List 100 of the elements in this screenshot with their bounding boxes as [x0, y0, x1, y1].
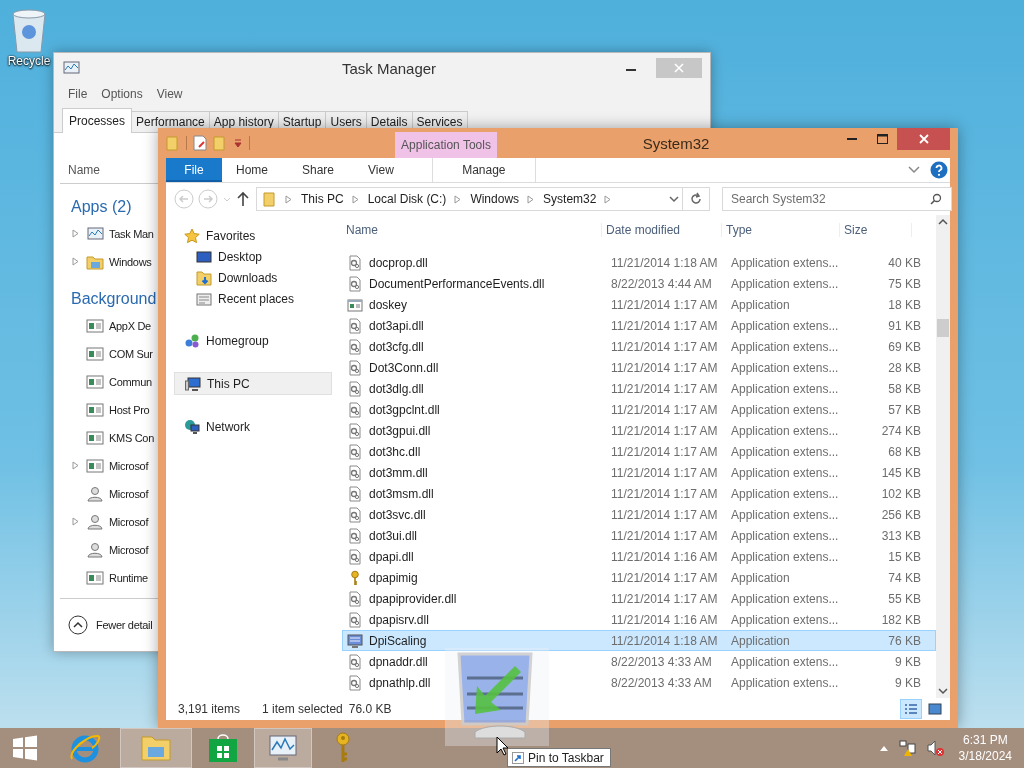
window-app-icon — [347, 296, 363, 313]
nav-item[interactable]: Recent places — [174, 288, 332, 309]
file-row[interactable]: dot3mm.dll 11/21/2014 1:17 AM Application extens... 145 KB — [342, 462, 936, 483]
show-hidden-icons-icon[interactable] — [878, 744, 889, 752]
file-row[interactable]: dpapi.dll 11/21/2014 1:16 AM Application extens... 15 KB — [342, 546, 936, 567]
breadcrumb-arrow-icon[interactable] — [351, 194, 360, 204]
nav-item[interactable]: Network — [174, 416, 332, 437]
column-header[interactable]: Date modified — [602, 222, 722, 237]
properties-icon[interactable] — [193, 135, 207, 151]
process-name[interactable]: Commun — [109, 376, 152, 388]
search-field[interactable]: Search System32 — [722, 187, 952, 211]
file-row[interactable]: docprop.dll 11/21/2014 1:18 AM Application extens... 40 KB — [342, 252, 936, 273]
expand-arrow-icon[interactable] — [72, 517, 80, 526]
file-row[interactable]: doskey 11/21/2014 1:17 AM Application 18 KB — [342, 294, 936, 315]
expand-arrow-icon[interactable] — [72, 461, 80, 470]
file-row[interactable]: dpnaddr.dll 8/22/2013 4:33 AM Application extens... 9 KB — [342, 651, 936, 672]
up-arrow-icon[interactable] — [236, 191, 250, 207]
column-header[interactable]: Name — [342, 222, 602, 237]
details-view-button[interactable] — [900, 699, 922, 719]
file-row[interactable]: dot3ui.dll 11/21/2014 1:17 AM Application extens... 313 KB — [342, 525, 936, 546]
muted-speaker-icon[interactable] — [926, 739, 945, 757]
file-row[interactable]: dot3msm.dll 11/21/2014 1:17 AM Application extens... 102 KB — [342, 483, 936, 504]
nav-item[interactable]: This PC — [174, 372, 332, 395]
breadcrumb-arrow-icon[interactable] — [527, 194, 536, 204]
ribbon-expand-icon[interactable] — [908, 166, 920, 174]
breadcrumb-arrow-icon[interactable] — [604, 194, 613, 204]
file-type: Application — [731, 633, 791, 648]
file-row[interactable]: dpapimig 11/21/2014 1:17 AM Application 74 KB — [342, 567, 936, 588]
file-row[interactable]: dot3dlg.dll 11/21/2014 1:17 AM Application extens... 58 KB — [342, 378, 936, 399]
forward-icon[interactable] — [198, 189, 218, 209]
collapse-icon[interactable] — [68, 615, 88, 635]
customize-caret-icon[interactable] — [233, 138, 243, 148]
date-modified: 11/21/2014 1:17 AM — [610, 297, 719, 312]
nav-item[interactable]: Favorites — [174, 225, 332, 246]
process-name[interactable]: COM Sur — [109, 348, 153, 360]
close-button[interactable] — [897, 128, 950, 150]
breadcrumb-arrow-icon[interactable] — [454, 194, 463, 204]
column-header[interactable]: Size — [840, 222, 912, 237]
process-name[interactable]: Microsof — [109, 544, 149, 556]
expand-arrow-icon[interactable] — [72, 229, 80, 238]
file-row[interactable]: dot3cfg.dll 11/21/2014 1:17 AM Application extens... 69 KB — [342, 336, 936, 357]
file-row[interactable]: DpiScaling 11/21/2014 1:18 AM Application 76 KB — [342, 630, 936, 651]
process-name[interactable]: Runtime — [109, 572, 148, 584]
recent-places-icon — [196, 290, 212, 307]
process-name[interactable]: Task Man — [109, 228, 154, 240]
breadcrumb-item[interactable]: Windows — [470, 192, 520, 206]
file-type: Application extens... — [731, 318, 840, 333]
ribbon-tab[interactable]: View — [354, 158, 414, 182]
menu-item[interactable]: View — [156, 87, 183, 101]
file-menu-tab[interactable]: File — [166, 158, 222, 182]
process-name[interactable]: AppX De — [109, 320, 151, 332]
file-row[interactable]: dot3api.dll 11/21/2014 1:17 AM Application extens... 91 KB — [342, 315, 936, 336]
breadcrumb-item[interactable]: System32 — [543, 192, 597, 206]
file-size: 57 KB — [887, 402, 921, 417]
file-name: DocumentPerformanceEvents.dll — [369, 276, 545, 291]
file-row[interactable]: dpnathlp.dll 8/22/2013 4:33 AM Application extens... 9 KB — [342, 672, 936, 693]
process-name[interactable]: Windows — [109, 256, 152, 268]
folder-icon[interactable] — [166, 135, 180, 151]
address-dropdown-icon[interactable] — [666, 194, 682, 204]
file-row[interactable]: dot3hc.dll 11/21/2014 1:17 AM Application extens... 68 KB — [342, 441, 936, 462]
taskbar-app[interactable] — [120, 728, 192, 768]
process-name[interactable]: KMS Con — [109, 432, 154, 444]
nav-item[interactable]: Homegroup — [174, 330, 332, 351]
network-warning-icon[interactable] — [898, 739, 917, 757]
menu-item[interactable]: Options — [101, 87, 143, 101]
file-row[interactable]: DocumentPerformanceEvents.dll 8/22/2013 4:44 AM Application extens... 75 KB — [342, 273, 936, 294]
help-icon[interactable] — [930, 161, 948, 179]
file-name: doskey — [369, 297, 408, 312]
file-row[interactable]: dpapisrv.dll 11/21/2014 1:16 AM Application extens... 182 KB — [342, 609, 936, 630]
ribbon-tab[interactable]: Home — [222, 158, 288, 182]
file-row[interactable]: dot3gpui.dll 11/21/2014 1:17 AM Application extens... 274 KB — [342, 420, 936, 441]
file-row[interactable]: dot3gpclnt.dll 11/21/2014 1:17 AM Application extens... 57 KB — [342, 399, 936, 420]
column-header[interactable]: Type — [722, 222, 840, 237]
scroll-thumb[interactable] — [937, 319, 949, 337]
breadcrumb-item[interactable]: Local Disk (C:) — [367, 192, 447, 206]
nav-item[interactable]: Downloads — [174, 267, 332, 288]
file-row[interactable]: Dot3Conn.dll 11/21/2014 1:17 AM Application extens... 28 KB — [342, 357, 936, 378]
process-name[interactable]: Microsof — [109, 460, 149, 472]
back-icon[interactable] — [174, 189, 194, 209]
file-row[interactable]: dpapiprovider.dll 11/21/2014 1:17 AM Application extens... 55 KB — [342, 588, 936, 609]
file-size: 74 KB — [887, 570, 921, 585]
ribbon-tab[interactable]: Manage — [431, 158, 536, 182]
taskbar-app[interactable] — [254, 728, 312, 768]
fewer-details-link[interactable]: Fewer detail — [96, 619, 153, 631]
expand-arrow-icon[interactable] — [72, 257, 80, 266]
close-icon — [918, 134, 929, 144]
breadcrumb-item[interactable]: This PC — [301, 192, 344, 206]
process-name[interactable]: Microsof — [109, 488, 149, 500]
process-name[interactable]: Microsof — [109, 516, 149, 528]
date-modified: 8/22/2013 4:33 AM — [610, 675, 713, 690]
tab[interactable]: Processes — [62, 108, 133, 133]
nav-item[interactable]: Desktop — [174, 246, 332, 267]
file-row[interactable]: dot3svc.dll 11/21/2014 1:17 AM Application extens... 256 KB — [342, 504, 936, 525]
scrollbar[interactable] — [936, 215, 950, 698]
column-header[interactable]: Name — [68, 163, 100, 177]
new-folder-icon[interactable] — [213, 135, 227, 151]
ribbon-tab[interactable]: Share — [288, 158, 355, 182]
process-name[interactable]: Host Pro — [109, 404, 150, 416]
menu-item[interactable]: File — [68, 87, 88, 101]
breadcrumb-arrow-icon[interactable] — [285, 194, 293, 204]
